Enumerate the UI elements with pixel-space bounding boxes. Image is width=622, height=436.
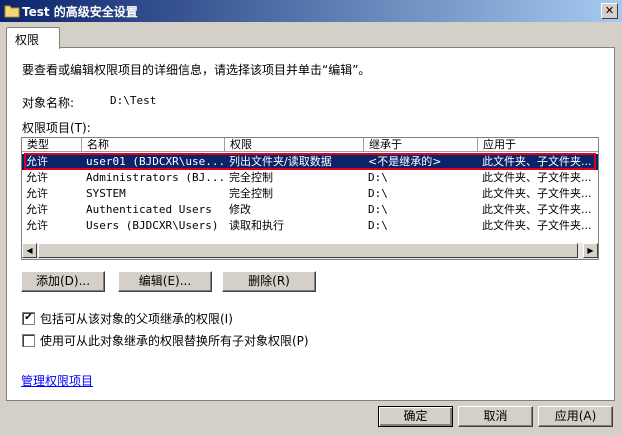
- object-name-value: D:\Test: [110, 94, 157, 107]
- object-name-label: 对象名称:: [22, 96, 75, 110]
- scroll-left-button[interactable]: ◀: [22, 243, 37, 258]
- cell-inherited-from: D:\: [368, 203, 388, 216]
- cell-applies-to: 此文件夹、子文件夹...: [482, 171, 592, 184]
- entries-label: 权限项目(T):: [22, 121, 91, 135]
- replace-child-permissions-checkbox[interactable]: [22, 334, 35, 347]
- tab-permissions[interactable]: 权限: [6, 27, 60, 49]
- triangle-left-icon: ◀: [26, 246, 33, 255]
- cell-applies-to: 此文件夹、子文件夹...: [482, 155, 592, 168]
- window-title: Test 的高级安全设置: [22, 5, 138, 19]
- table-row[interactable]: 允许 Administrators (BJ... 完全控制 D:\ 此文件夹、子…: [22, 170, 598, 186]
- cell-inherited-from: D:\: [368, 171, 388, 184]
- cell-inherited-from: D:\: [368, 219, 388, 232]
- add-button[interactable]: 添加(D)...: [21, 271, 105, 292]
- cancel-button[interactable]: 取消: [458, 406, 533, 427]
- title-bar: Test 的高级安全设置 ✕: [0, 0, 622, 22]
- scroll-thumb[interactable]: [38, 243, 578, 258]
- cell-type: 允许: [26, 171, 48, 184]
- manage-permissions-link[interactable]: 管理权限项目: [21, 372, 93, 389]
- column-header-name[interactable]: 名称: [82, 138, 225, 152]
- column-header-permission[interactable]: 权限: [225, 138, 364, 152]
- checkmark-icon: ✔: [24, 312, 33, 323]
- inherit-permissions-checkbox[interactable]: ✔: [22, 312, 35, 325]
- cell-permission: 完全控制: [229, 187, 273, 200]
- cell-inherited-from: <不是继承的>: [368, 155, 442, 168]
- folder-icon: [4, 5, 20, 18]
- close-button[interactable]: ✕: [601, 3, 618, 19]
- scroll-right-button[interactable]: ▶: [583, 243, 598, 258]
- table-row[interactable]: 允许 SYSTEM 完全控制 D:\ 此文件夹、子文件夹...: [22, 186, 598, 202]
- permission-entries-list[interactable]: 类型 名称 权限 继承于 应用于 允许 user01 (BJDCXR\use..…: [21, 137, 599, 260]
- close-icon: ✕: [604, 4, 615, 17]
- ok-button[interactable]: 确定: [378, 406, 453, 427]
- table-row[interactable]: 允许 Users (BJDCXR\Users) 读取和执行 D:\ 此文件夹、子…: [22, 218, 598, 234]
- intro-text: 要查看或编辑权限项目的详细信息，请选择该项目并单击“编辑”。: [22, 63, 371, 77]
- tab-label: 权限: [15, 33, 40, 47]
- apply-button[interactable]: 应用(A): [538, 406, 613, 427]
- cell-permission: 读取和执行: [229, 219, 284, 232]
- replace-child-permissions-label: 使用可从此对象继承的权限替换所有子对象权限(P): [40, 334, 309, 348]
- cell-applies-to: 此文件夹、子文件夹...: [482, 219, 592, 232]
- horizontal-scrollbar[interactable]: ◀ ▶: [22, 243, 598, 259]
- cell-name: Administrators (BJ...: [86, 171, 225, 184]
- inherit-permissions-label: 包括可从该对象的父项继承的权限(I): [40, 312, 233, 326]
- triangle-right-icon: ▶: [587, 246, 594, 255]
- edit-button[interactable]: 编辑(E)...: [118, 271, 212, 292]
- table-row[interactable]: 允许 Authenticated Users 修改 D:\ 此文件夹、子文件夹.…: [22, 202, 598, 218]
- cell-name: Users (BJDCXR\Users): [86, 219, 219, 232]
- cell-type: 允许: [26, 219, 48, 232]
- cell-permission: 完全控制: [229, 171, 273, 184]
- cell-type: 允许: [26, 155, 48, 168]
- cell-applies-to: 此文件夹、子文件夹...: [482, 187, 592, 200]
- cell-type: 允许: [26, 187, 48, 200]
- cell-permission: 修改: [229, 203, 251, 216]
- cell-applies-to: 此文件夹、子文件夹...: [482, 203, 592, 216]
- cell-type: 允许: [26, 203, 48, 216]
- column-header-type[interactable]: 类型: [22, 138, 82, 152]
- cell-name: Authenticated Users: [86, 203, 212, 216]
- cell-permission: 列出文件夹/读取数据: [229, 155, 332, 168]
- cell-name: SYSTEM: [86, 187, 126, 200]
- column-header-inherited-from[interactable]: 继承于: [364, 138, 478, 152]
- column-header-applies-to[interactable]: 应用于: [478, 138, 598, 152]
- cell-name: user01 (BJDCXR\use...: [86, 155, 225, 168]
- remove-button[interactable]: 删除(R): [222, 271, 316, 292]
- list-header: 类型 名称 权限 继承于 应用于: [22, 138, 598, 153]
- table-row[interactable]: 允许 user01 (BJDCXR\use... 列出文件夹/读取数据 <不是继…: [22, 154, 598, 170]
- cell-inherited-from: D:\: [368, 187, 388, 200]
